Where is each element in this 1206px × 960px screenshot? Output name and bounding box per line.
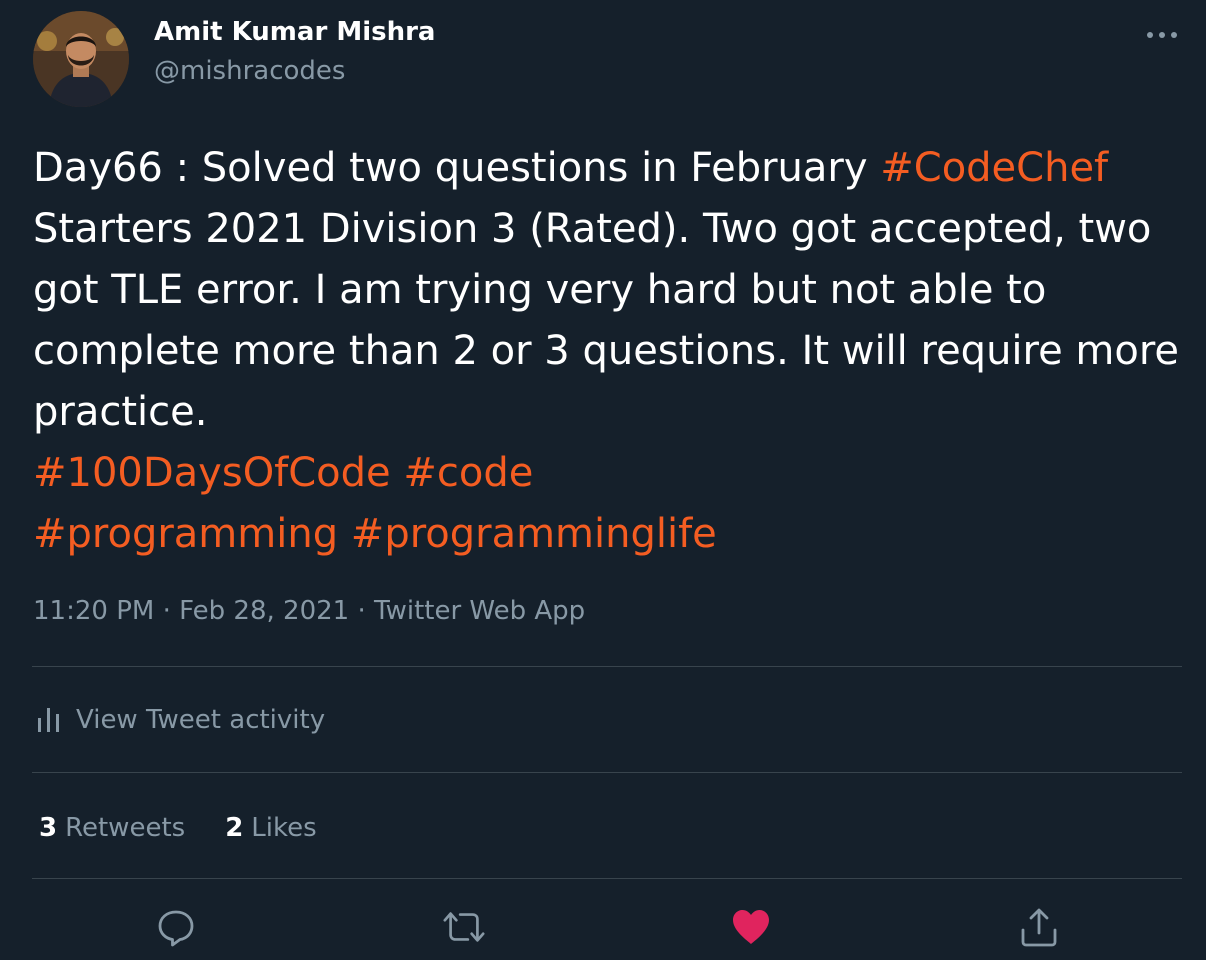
avatar-photo	[33, 11, 129, 107]
engagement-stats: 3 Retweets 2 Likes	[39, 806, 317, 850]
author-avatar[interactable]	[33, 11, 129, 107]
hashtag-link[interactable]: #CodeChef	[880, 145, 1108, 191]
like-button[interactable]	[728, 904, 774, 950]
hashtag-link[interactable]: #programming	[33, 511, 338, 557]
likes-label: Likes	[251, 813, 317, 843]
more-options-button[interactable]	[1142, 20, 1182, 50]
retweet-icon	[443, 912, 485, 942]
author-name[interactable]: Amit Kumar Mishra	[154, 17, 435, 47]
hashtag-link[interactable]: #programminglife	[351, 511, 717, 557]
divider	[32, 772, 1182, 773]
retweets-stat[interactable]: 3 Retweets	[39, 813, 185, 843]
heart-icon	[733, 910, 769, 944]
retweet-button[interactable]	[441, 904, 487, 950]
hashtag-link[interactable]: #code	[403, 450, 533, 496]
tweet-time[interactable]: 11:20 PM	[33, 596, 154, 626]
share-icon	[1021, 908, 1057, 947]
reply-button[interactable]	[153, 904, 199, 950]
view-tweet-activity-label: View Tweet activity	[76, 705, 326, 735]
hashtag-link[interactable]: #100DaysOfCode	[33, 450, 391, 496]
more-options-icon	[1147, 32, 1177, 38]
tweet-text-segment	[338, 511, 351, 557]
tweet-date[interactable]: Feb 28, 2021	[179, 596, 349, 626]
tweet-text-segment	[391, 450, 404, 496]
reply-icon	[158, 910, 194, 947]
retweets-count: 3	[39, 813, 58, 843]
retweets-label: Retweets	[65, 813, 186, 843]
divider	[32, 878, 1182, 879]
likes-stat[interactable]: 2 Likes	[225, 813, 316, 843]
share-button[interactable]	[1016, 904, 1062, 950]
view-tweet-activity-link[interactable]: View Tweet activity	[36, 700, 325, 740]
tweet-text-segment: Starters 2021 Division 3 (Rated). Two go…	[33, 206, 1180, 435]
tweet-meta: 11:20 PM · Feb 28, 2021 · Twitter Web Ap…	[33, 596, 585, 626]
author-handle[interactable]: @mishracodes	[154, 56, 345, 86]
tweet-text: Day66 : Solved two questions in February…	[33, 138, 1183, 565]
tweet-source[interactable]: Twitter Web App	[374, 596, 585, 626]
divider	[32, 666, 1182, 667]
bar-chart-icon	[38, 708, 59, 732]
meta-separator: ·	[349, 596, 374, 626]
tweet-text-segment: Day66 : Solved two questions in February	[33, 145, 881, 191]
meta-separator: ·	[154, 596, 180, 626]
likes-count: 2	[225, 813, 244, 843]
